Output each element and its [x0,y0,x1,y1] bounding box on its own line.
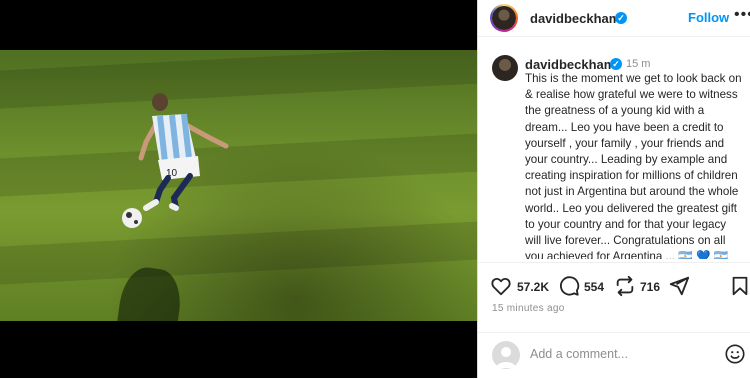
verified-icon: ✓ [610,58,622,70]
post-header: davidbeckham ✓ Follow ••• [478,0,750,37]
post-side-panel: davidbeckham ✓ Follow ••• davidbeckham ✓… [477,0,750,378]
header-username[interactable]: davidbeckham [530,11,620,26]
emoji-icon[interactable] [724,343,746,365]
more-options-icon[interactable]: ••• [734,6,750,24]
repost-icon[interactable] [614,275,636,297]
comment-bubble-icon[interactable] [558,275,580,297]
follow-button[interactable]: Follow [688,10,729,25]
post-media: 10 [0,0,477,378]
comment-bar: Add a comment... [478,332,750,379]
comment-count[interactable]: 554 [584,280,604,294]
verified-icon: ✓ [615,12,627,24]
post-time-ago[interactable]: 15 minutes ago [492,303,565,314]
like-count[interactable]: 57.2K [517,280,549,294]
send-icon[interactable] [668,275,690,297]
action-bar: 57.2K 554 716 [478,262,750,333]
caption-timestamp[interactable]: 15 m [626,58,650,70]
post-photo[interactable]: 10 [0,50,477,321]
player-figure: 10 [122,93,229,228]
bookmark-icon[interactable] [730,275,750,297]
default-avatar-icon [496,347,516,368]
current-user-avatar [492,341,520,369]
caption-username[interactable]: davidbeckham [525,57,615,72]
repost-count[interactable]: 716 [640,280,660,294]
caption-avatar[interactable] [492,55,518,81]
comment-input[interactable]: Add a comment... [530,347,710,361]
post-caption: This is the moment we get to look back o… [525,72,742,259]
header-avatar[interactable] [490,4,518,32]
heart-icon[interactable] [490,275,512,297]
